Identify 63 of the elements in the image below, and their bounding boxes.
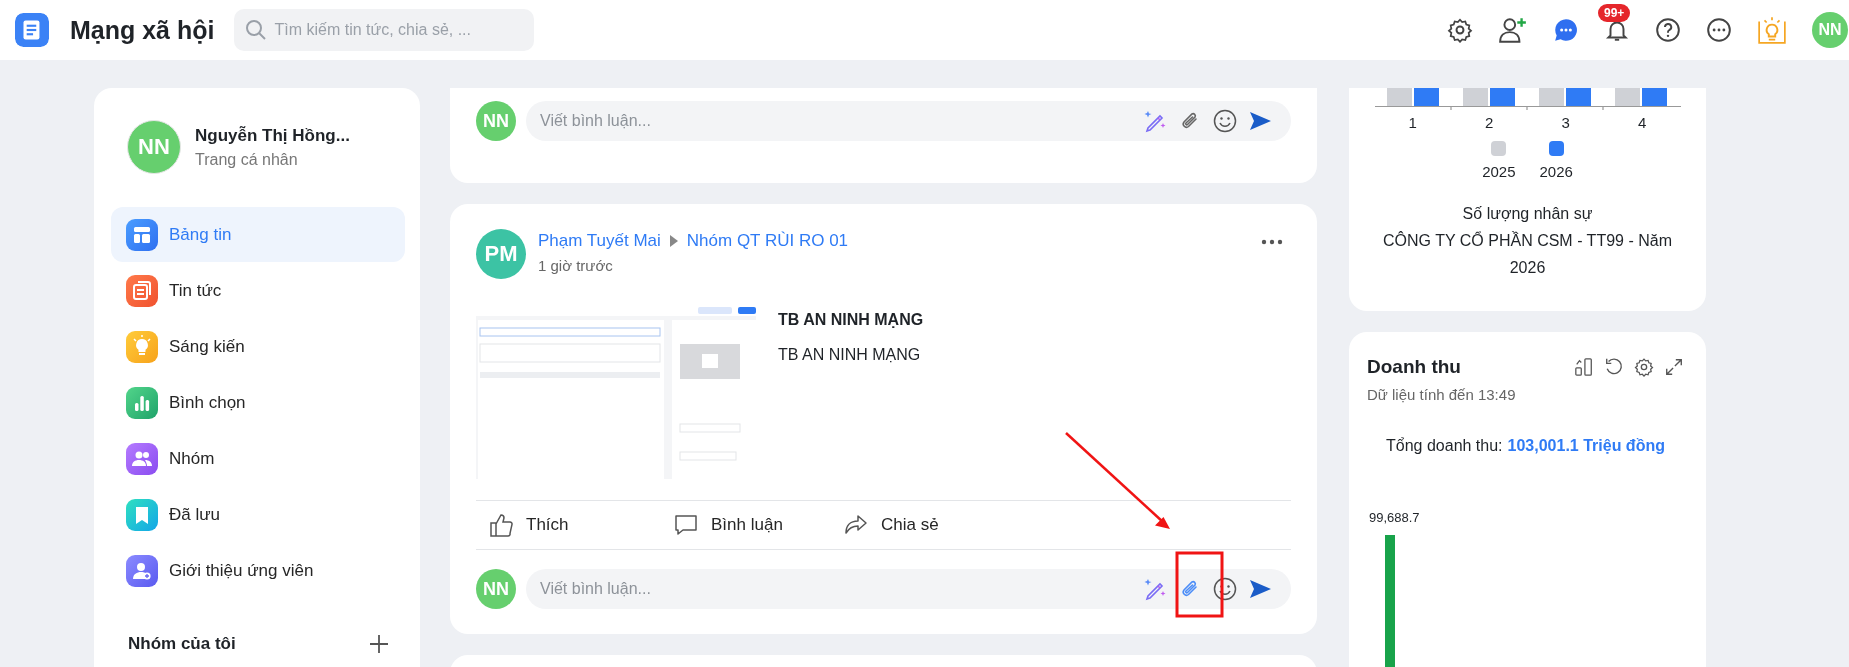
app-logo-icon (15, 13, 49, 47)
chart-caption: CÔNG TY CỔ PHẦN CSM - TT99 - Năm 2026 (1382, 230, 1673, 278)
app-title: Mạng xã hội (70, 15, 215, 45)
comment-field[interactable]: Viết bình luận... (526, 101, 1291, 141)
sidebar-item[interactable]: Bình chọn (111, 375, 405, 430)
post-title[interactable]: TB AN NINH MẠNG (778, 311, 924, 329)
profile-name[interactable]: Nguyễn Thị Hồng... (195, 125, 350, 146)
speech-bubble-icon (673, 512, 699, 538)
settings-icon[interactable] (1634, 357, 1654, 377)
highlight-frame (1175, 551, 1224, 618)
more-options-icon[interactable] (1261, 239, 1283, 245)
axis-label: 2 (1484, 114, 1495, 131)
legend-label: 2025 (1482, 163, 1516, 180)
bar-value-label: 99,688.7 (1368, 510, 1421, 525)
card-title: Doanh thu (1367, 356, 1461, 378)
comment-button[interactable]: Bình luận (661, 512, 831, 538)
post-time: 1 giờ trước (538, 257, 614, 274)
lightbulb-icon (126, 330, 158, 363)
section-heading: Nhóm của tôi (128, 634, 236, 654)
bookmark-icon (126, 498, 158, 531)
switch-chart-icon[interactable] (1574, 357, 1594, 377)
post-summary: TB AN NINH MẠNG (778, 346, 922, 364)
sidebar-item[interactable]: Bảng tin (111, 207, 405, 262)
data-timestamp: Dữ liệu tính đến 13:49 (1367, 386, 1517, 403)
chart-caption: Số lượng nhân sự (1462, 204, 1593, 224)
add-user-icon[interactable] (1498, 15, 1528, 45)
axis-label: 4 (1637, 114, 1648, 131)
more-icon[interactable] (1706, 17, 1732, 43)
settings-icon[interactable] (1447, 17, 1473, 43)
chat-icon[interactable] (1553, 17, 1579, 43)
commenter-avatar: NN (476, 569, 516, 609)
person-add-icon (126, 554, 158, 587)
sidebar-item[interactable]: Sáng kiến (111, 319, 405, 374)
axis-label: 1 (1407, 114, 1418, 131)
layout-icon (126, 218, 158, 251)
total-value: 103,001.1 Triệu đồng (1507, 437, 1665, 455)
sidebar-item[interactable]: Giới thiệu ứng viên (111, 543, 405, 598)
comment-field[interactable]: Viết bình luận... (526, 569, 1291, 609)
sidebar-item[interactable]: Đã lưu (111, 487, 405, 542)
expand-icon[interactable] (1664, 357, 1684, 377)
author-link[interactable]: Phạm Tuyết Mai (538, 231, 661, 251)
axis-label: 3 (1560, 114, 1571, 131)
notification-badge: 99+ (1598, 4, 1631, 22)
like-button[interactable]: Thích (476, 512, 661, 538)
commenter-avatar: NN (476, 101, 516, 141)
profile-link[interactable]: Trang cá nhân (195, 150, 350, 169)
group-link[interactable]: Nhóm QT RÙI RO 01 (686, 231, 849, 251)
thumbs-up-icon (488, 512, 514, 538)
sidebar-item[interactable]: Tin tức (111, 263, 405, 318)
help-icon[interactable] (1655, 17, 1681, 43)
document-icon (126, 274, 158, 307)
legend-label: 2026 (1539, 163, 1573, 180)
search-field[interactable]: Tìm kiếm tin tức, chia sẻ, ... (234, 9, 535, 51)
caret-icon (668, 235, 679, 247)
refresh-icon[interactable] (1604, 357, 1624, 377)
smiley-icon[interactable] (1212, 576, 1238, 602)
add-icon[interactable] (369, 634, 389, 654)
total-label: Tổng doanh thu: (1386, 437, 1503, 455)
bar-chart-icon (126, 386, 158, 419)
sidebar-item[interactable]: Nhóm (111, 431, 405, 486)
smiley-icon[interactable] (1212, 108, 1238, 134)
share-button[interactable]: Chia sẻ (831, 512, 1016, 538)
people-icon (126, 442, 158, 475)
